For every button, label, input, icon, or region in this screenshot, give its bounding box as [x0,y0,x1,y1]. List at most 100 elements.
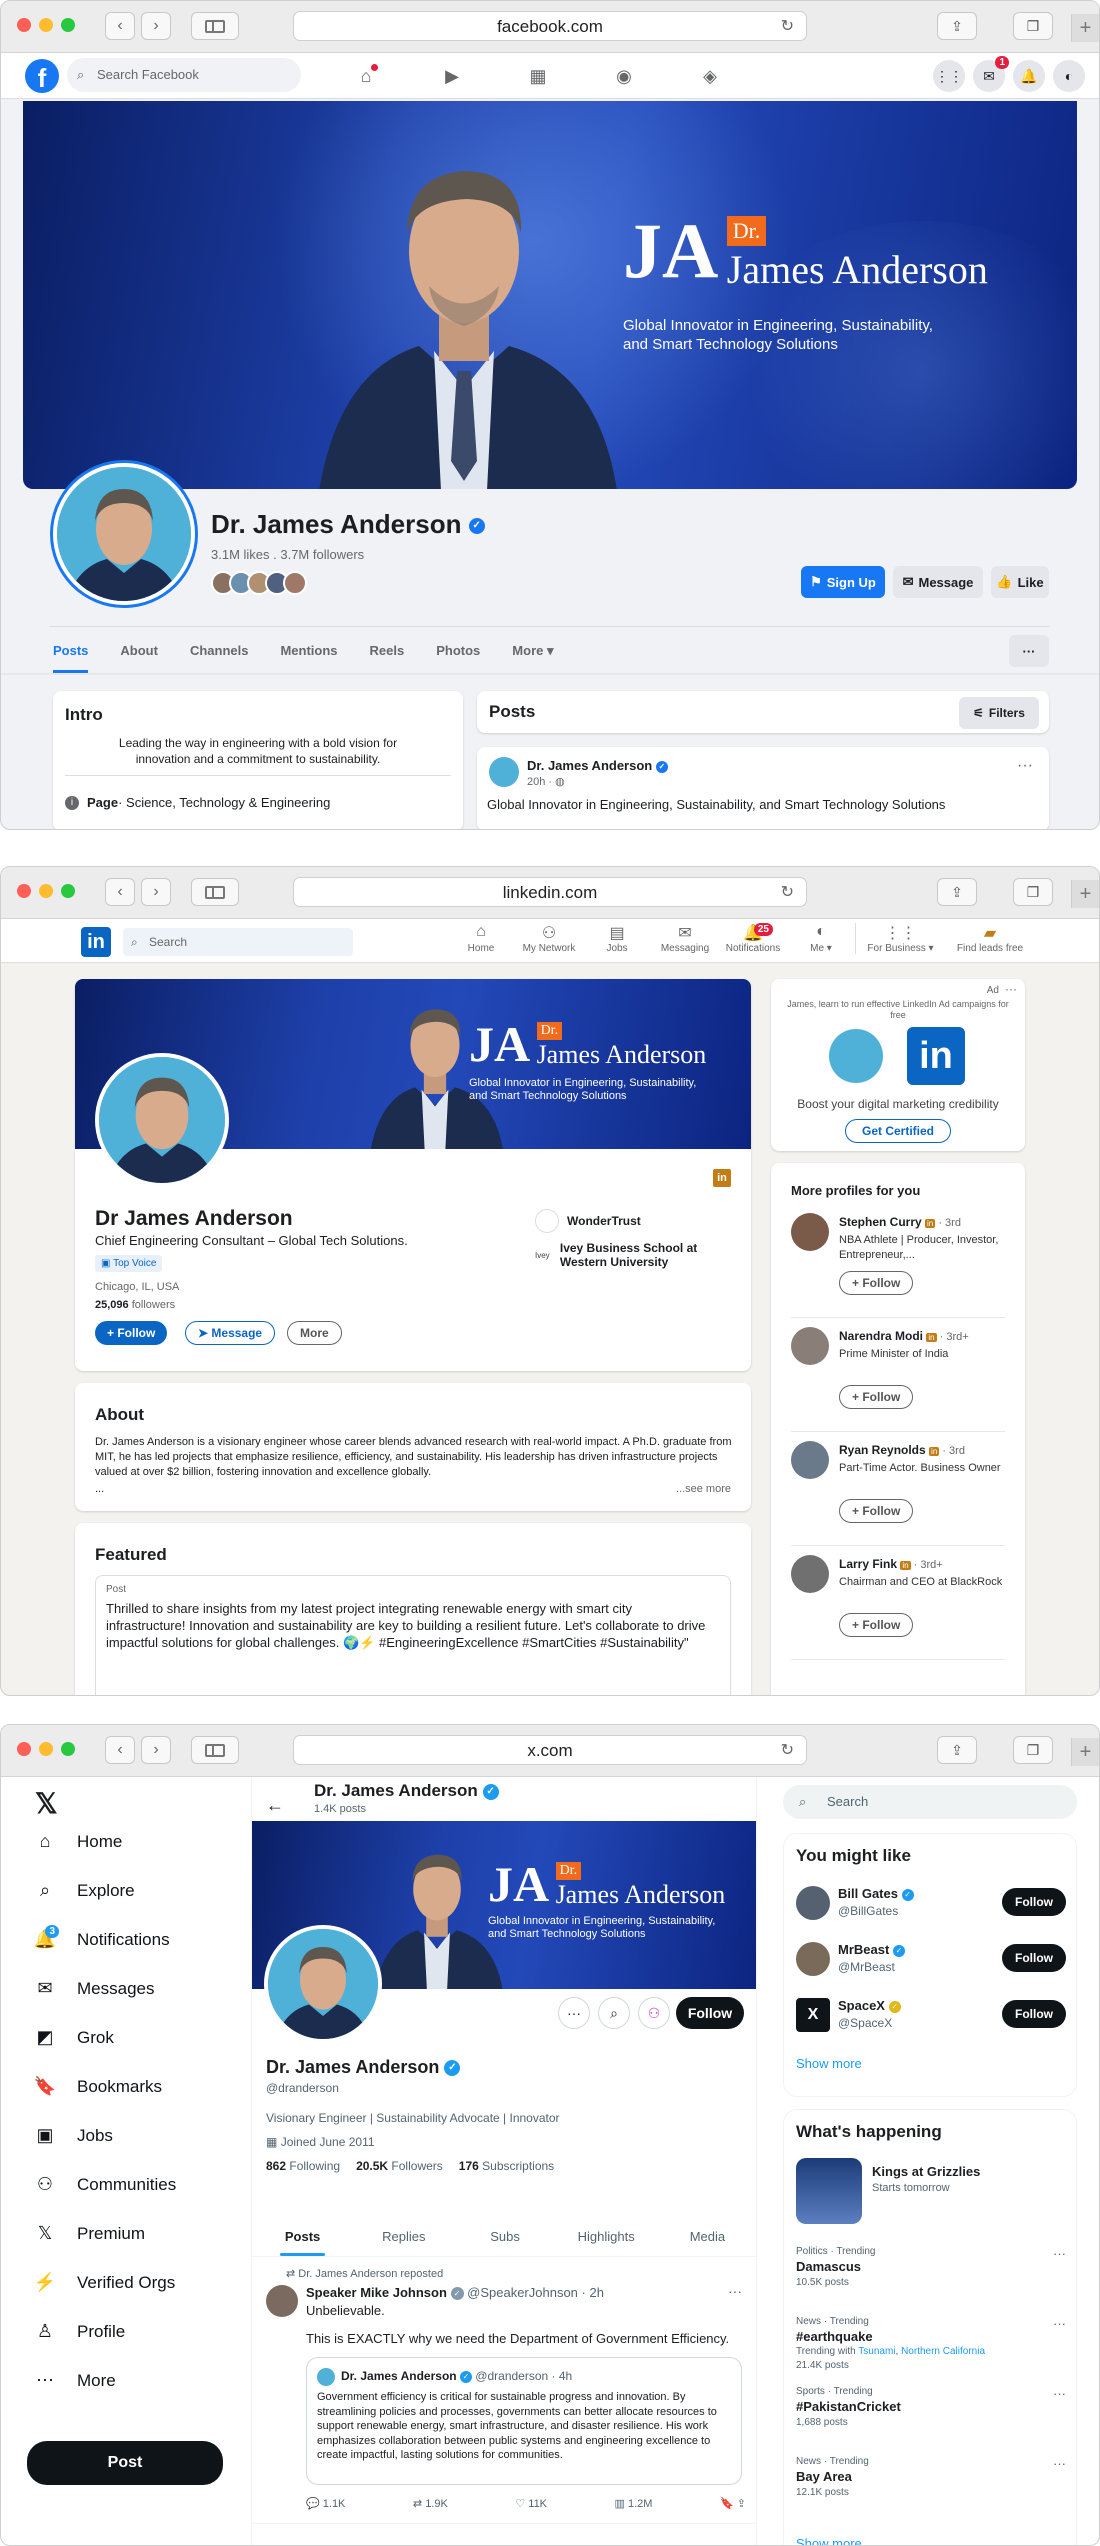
nav-my-network[interactable]: ⚇ My Network [515,923,583,954]
messenger-icon[interactable]: ✉ 1 [973,56,1009,92]
profile-follow-button[interactable]: + Follow [839,1385,914,1409]
like-action[interactable]: ♡ 11K [515,2497,547,2510]
tweet-options-icon[interactable]: ··· [728,2283,742,2299]
account-icon[interactable]: ◐ [1053,60,1085,92]
trend-item[interactable]: Politics · Trending Damascus 10.5K posts… [796,2246,1066,2310]
tweet-author[interactable]: Speaker Mike Johnson [306,2285,447,2300]
back-button[interactable]: ‹ [105,878,135,906]
share-button[interactable]: ⇪ [937,12,977,40]
x-avatar[interactable] [264,1925,382,2043]
profile-name[interactable]: Narendra Modi [839,1329,923,1343]
sidebar-toggle-button[interactable] [191,878,239,906]
nav-messaging[interactable]: ✉ Messaging [651,923,719,954]
close-window-button[interactable] [17,1742,31,1756]
x-nav-explore[interactable]: ⌕ Explore [33,1880,135,1901]
current-company[interactable]: WonderTrust [535,1209,641,1233]
post-author[interactable]: Dr. James Anderson ✓ [527,758,668,773]
trend-options-icon[interactable]: ··· [1053,2456,1066,2471]
post-options-icon[interactable]: ··· [1017,757,1033,775]
x-tab-posts[interactable]: Posts [252,2217,353,2256]
home-icon[interactable]: ⌂ [353,63,379,89]
tabs-overview-button[interactable]: ❐ [1013,1736,1053,1764]
nav-jobs[interactable]: ▤ Jobs [583,923,651,954]
show-more-link[interactable]: Show more [796,2056,862,2071]
event-title[interactable]: Kings at Grizzlies [872,2164,980,2179]
follower-avatars[interactable] [211,571,307,595]
menu-grid-icon[interactable]: ⋮⋮ [933,60,965,92]
event-image[interactable] [796,2158,862,2224]
x-nav-home[interactable]: ⌂ Home [33,1831,123,1852]
linkedin-search-input[interactable]: ⌕ Search [123,928,353,956]
cover-photo[interactable]: JA Dr. James Anderson Global Innovator i… [23,101,1077,489]
tab-about[interactable]: About [120,643,158,673]
trend-options-icon[interactable]: ··· [1053,2316,1066,2331]
profile-follow-button[interactable]: + Follow [839,1499,914,1523]
suggestion-follow-button[interactable]: Follow [1002,2000,1066,2028]
profile-name[interactable]: Stephen Curry [839,1215,922,1229]
x-tab-media[interactable]: Media [657,2217,756,2256]
x-search-input[interactable]: ⌕ Search [783,1785,1077,1819]
more-options-icon[interactable]: ··· [558,1997,590,2029]
x-tab-subs[interactable]: Subs [454,2217,555,2256]
back-button[interactable]: ‹ [105,1736,135,1764]
linkedin-logo[interactable]: in [81,927,111,957]
message-button[interactable]: ✉ Message [893,566,983,598]
x-nav-verified-orgs[interactable]: ⚡ Verified Orgs [33,2272,175,2293]
tabs-overview-button[interactable]: ❐ [1013,878,1053,906]
linkedin-message-button[interactable]: ➤ Message [185,1321,276,1345]
share-button[interactable]: ⇪ [937,878,977,906]
post-author-avatar[interactable] [489,757,519,787]
profile-avatar[interactable] [791,1441,829,1479]
suggestion-follow-button[interactable]: Follow [1002,1944,1066,1972]
trend-item[interactable]: Sports · Trending #PakistanCricket 1,688… [796,2386,1066,2450]
suggestion-avatar[interactable] [796,1886,830,1920]
forward-button[interactable]: › [141,1736,171,1764]
profile-name[interactable]: Larry Fink [839,1557,897,1571]
gaming-icon[interactable]: ◈ [697,63,723,89]
repost-action[interactable]: ⇄ 1.9K [413,2497,448,2510]
tab-mentions[interactable]: Mentions [280,643,337,673]
profile-options-button[interactable]: ··· [1009,635,1049,667]
see-more-link[interactable]: ...see more [676,1483,731,1495]
address-bar[interactable]: linkedin.com ↻ [293,877,807,907]
profile-name[interactable]: Ryan Reynolds [839,1443,926,1457]
x-tab-replies[interactable]: Replies [353,2217,454,2256]
sidebar-toggle-button[interactable] [191,12,239,40]
linkedin-follow-button[interactable]: + Follow [95,1321,168,1345]
reload-icon[interactable]: ↻ [781,878,794,908]
like-button[interactable]: 👍 Like [991,566,1049,598]
suggestion-avatar[interactable] [796,1942,830,1976]
following-stat[interactable]: 862 Following [266,2159,340,2173]
zoom-window-button[interactable] [61,18,75,32]
x-nav-premium[interactable]: 𝕏 Premium [33,2223,145,2244]
reload-icon[interactable]: ↻ [781,12,794,42]
subscriptions-stat[interactable]: 176 Subscriptions [459,2159,554,2173]
new-tab-button[interactable]: + [1071,1738,1099,1766]
facebook-logo[interactable]: f [25,59,59,93]
reload-icon[interactable]: ↻ [781,1736,794,1766]
tab-photos[interactable]: Photos [436,643,480,673]
profile-follow-button[interactable]: + Follow [839,1613,914,1637]
video-icon[interactable]: ▶ [439,63,465,89]
nav-me[interactable]: ◐ Me ▾ [787,923,855,954]
trend-item[interactable]: News · Trending #earthquake Trending with… [796,2316,1066,2380]
address-bar[interactable]: facebook.com ↻ [293,11,807,41]
nav-notifications[interactable]: 🔔 25 Notifications [719,923,787,954]
x-follow-button[interactable]: Follow [676,1997,744,2029]
back-arrow-icon[interactable]: ← [266,1795,284,1816]
nav-for-business[interactable]: ⋮⋮ For Business ▾ [855,923,945,954]
get-certified-button[interactable]: Get Certified [845,1119,951,1143]
education-school[interactable]: Ivey Ivey Business School at Western Univ… [535,1241,735,1269]
x-nav-communities[interactable]: ⚇ Communities [33,2174,176,2195]
x-nav-bookmarks[interactable]: 🔖 Bookmarks [33,2076,162,2097]
minimize-window-button[interactable] [39,1742,53,1756]
filters-button[interactable]: ⚟ Filters [959,697,1039,729]
forward-button[interactable]: › [141,12,171,40]
tab-channels[interactable]: Channels [190,643,249,673]
x-tab-highlights[interactable]: Highlights [556,2217,657,2256]
forward-button[interactable]: › [141,878,171,906]
suggestion-avatar[interactable]: X [796,1998,830,2032]
trend-link[interactable]: Northern California [901,2346,985,2357]
search-icon[interactable]: ⌕ [598,1997,630,2029]
bookmark-icon[interactable]: 🔖 [720,2498,734,2510]
